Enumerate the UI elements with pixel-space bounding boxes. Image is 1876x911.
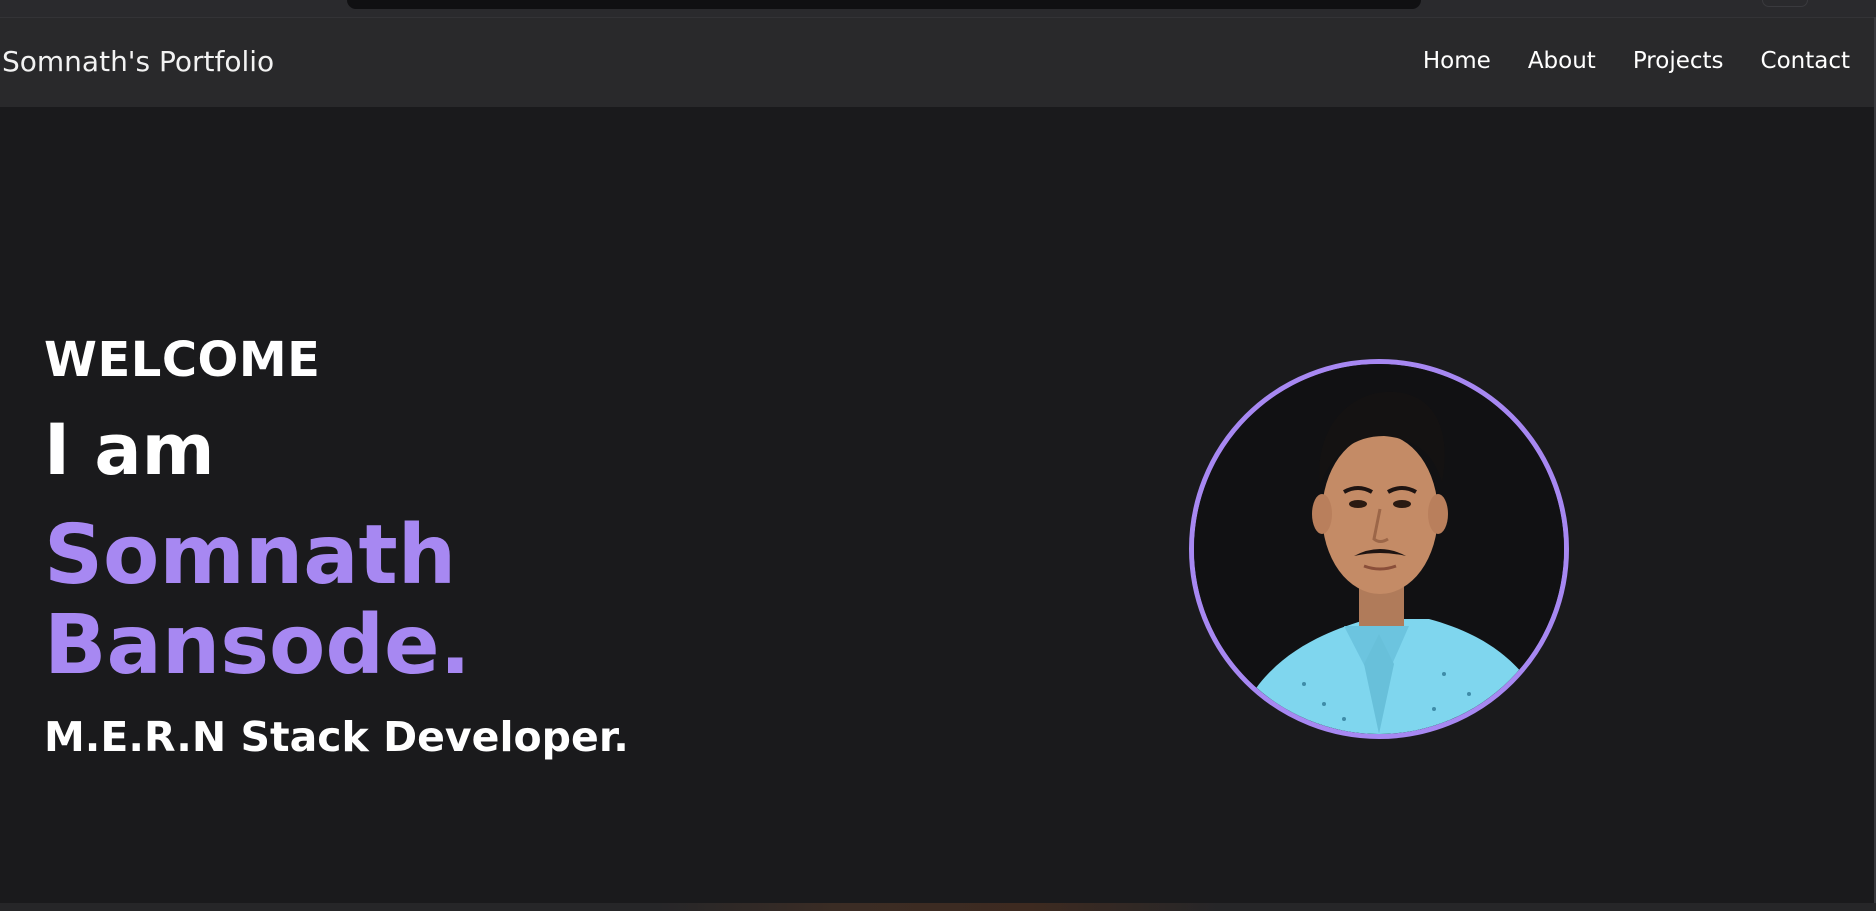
hero-section: WELCOME I am Somnath Bansode. M.E.R.N St…	[0, 107, 1874, 903]
nav-link-projects[interactable]: Projects	[1633, 48, 1724, 74]
nav-link-contact[interactable]: Contact	[1761, 48, 1850, 74]
nav-item-projects: Projects	[1633, 48, 1724, 74]
nav-item-contact: Contact	[1761, 48, 1850, 74]
welcome-heading: WELCOME	[44, 332, 321, 388]
role-subtitle: M.E.R.N Stack Developer.	[44, 713, 629, 761]
browser-toolbar-chip[interactable]	[1762, 0, 1808, 7]
nav-link-about[interactable]: About	[1528, 48, 1596, 74]
bottom-strip	[0, 903, 1876, 911]
navbar: Somnath's Portfolio Home About Projects …	[0, 17, 1874, 108]
nav-item-about: About	[1528, 48, 1596, 74]
intro-heading: I am	[44, 409, 215, 491]
brand-logo-link[interactable]: Somnath's Portfolio	[2, 45, 274, 78]
nav-links: Home About Projects Contact	[1423, 48, 1850, 74]
profile-photo	[1189, 359, 1569, 739]
first-name: Somnath	[44, 508, 457, 603]
nav-item-home: Home	[1423, 48, 1491, 74]
profile-photo-icon	[1194, 364, 1564, 734]
last-name: Bansode.	[44, 598, 471, 693]
name-heading: Somnath Bansode.	[44, 511, 471, 691]
browser-address-bar[interactable]	[347, 0, 1421, 9]
browser-top-strip	[0, 0, 1876, 17]
nav-link-home[interactable]: Home	[1423, 48, 1491, 74]
